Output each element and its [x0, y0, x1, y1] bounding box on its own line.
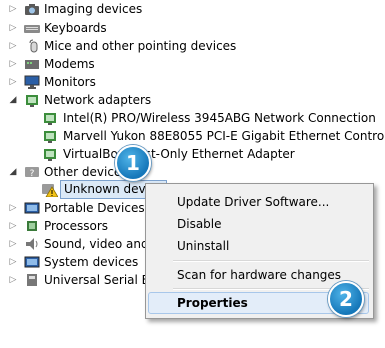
expand-arrow-icon[interactable]: ▷	[8, 253, 18, 271]
expand-arrow-icon[interactable]: ▷	[8, 73, 18, 91]
network-adapter-icon	[42, 129, 58, 143]
menu-separator	[173, 260, 369, 262]
menu-item-update-driver[interactable]: Update Driver Software...	[177, 192, 329, 212]
tree-item-label: Marvell Yukon 88E8055 PCI-E Gigabit Ethe…	[63, 129, 385, 143]
menu-item-disable[interactable]: Disable	[177, 214, 222, 234]
portable-device-icon	[24, 201, 40, 215]
unknown-device-warning-icon	[42, 183, 59, 198]
expand-arrow-icon[interactable]: ▷	[8, 199, 18, 217]
step-2-callout: 2	[328, 281, 364, 317]
expand-arrow-icon[interactable]: ▷	[8, 55, 18, 73]
collapse-arrow-icon[interactable]: ◢	[8, 163, 18, 181]
tree-item-label: Keyboards	[44, 21, 107, 35]
modem-icon	[24, 57, 40, 71]
network-adapter-icon	[42, 111, 58, 125]
processor-icon	[24, 219, 40, 233]
keyboard-icon	[24, 21, 40, 35]
expand-arrow-icon[interactable]: ▷	[8, 37, 18, 55]
tree-item-label: Monitors	[44, 75, 96, 89]
tree-item-label: Imaging devices	[44, 2, 143, 16]
other-devices-icon: ?	[24, 165, 40, 179]
tree-item-label: System devices	[44, 255, 139, 269]
expand-arrow-icon[interactable]: ▷	[8, 19, 18, 37]
usb-icon	[24, 273, 40, 287]
step-1-callout: 1	[115, 145, 151, 181]
expand-arrow-icon[interactable]: ▷	[8, 271, 18, 289]
tree-item-label: VirtualBox Host-Only Ethernet Adapter	[63, 147, 295, 161]
tree-item-label: Portable Devices	[44, 201, 145, 215]
menu-item-scan-hardware[interactable]: Scan for hardware changes	[177, 265, 341, 285]
svg-text:?: ?	[30, 169, 35, 179]
tree-item-label: Intel(R) PRO/Wireless 3945ABG Network Co…	[63, 111, 376, 125]
monitor-icon	[24, 75, 40, 89]
menu-item-properties[interactable]: Properties	[177, 293, 248, 313]
expand-arrow-icon[interactable]: ▷	[8, 235, 18, 253]
mouse-icon	[24, 39, 40, 53]
tree-item-label: Mice and other pointing devices	[44, 39, 237, 53]
camera-icon	[24, 2, 40, 16]
tree-item-label: Processors	[44, 219, 109, 233]
system-device-icon	[24, 255, 40, 269]
tree-item-label: Network adapters	[44, 93, 152, 107]
collapse-arrow-icon[interactable]: ◢	[8, 91, 18, 109]
network-adapter-icon	[24, 93, 40, 107]
tree-item-label: Modems	[44, 57, 95, 71]
speaker-icon	[24, 237, 40, 251]
expand-arrow-icon[interactable]: ▷	[8, 0, 18, 18]
expand-arrow-icon[interactable]: ▷	[8, 217, 18, 235]
network-adapter-icon	[42, 147, 58, 161]
menu-item-uninstall[interactable]: Uninstall	[177, 236, 229, 256]
